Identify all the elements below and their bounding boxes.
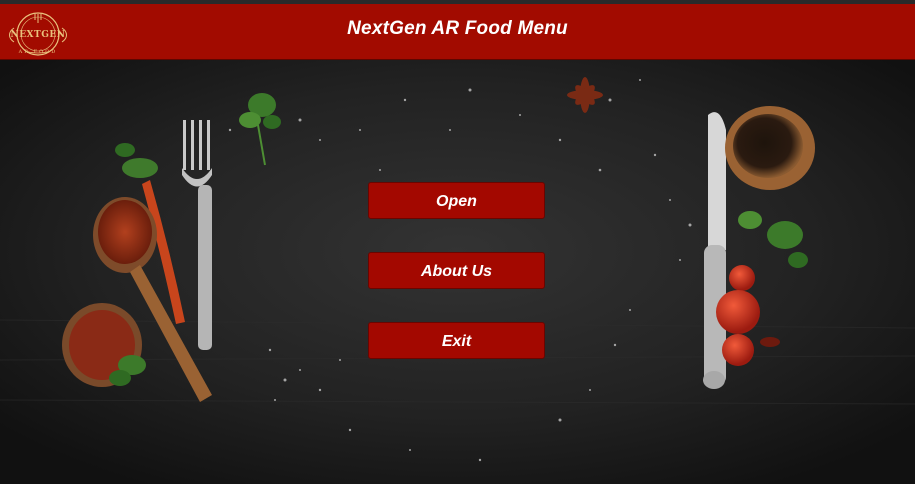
exit-button[interactable]: Exit <box>368 322 545 359</box>
pepper-bowl <box>725 106 815 190</box>
about-us-button[interactable]: About Us <box>368 252 545 289</box>
app-title: NextGen AR Food Menu <box>347 18 568 39</box>
header-bar: NEXTGEN AR FOOD NextGen AR Food Menu <box>0 4 915 60</box>
logo-subtext: AR FOOD <box>18 49 58 55</box>
open-button[interactable]: Open <box>368 182 545 219</box>
app-window: NEXTGEN AR FOOD NextGen AR Food Menu Ope… <box>0 0 915 484</box>
